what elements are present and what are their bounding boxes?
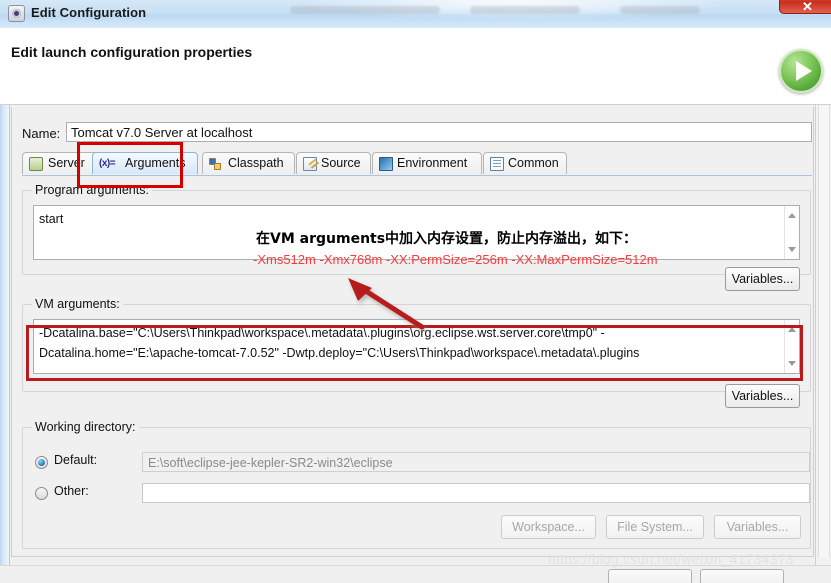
tab-classpath-label: Classpath	[228, 156, 284, 170]
annotation-chinese-note: 在VM arguments中加入内存设置，防止内存溢出，如下：	[256, 231, 638, 247]
page-title: Edit launch configuration properties	[11, 44, 253, 60]
radio-default-label: Default:	[54, 453, 98, 467]
tab-arguments-label: Arguments	[125, 156, 186, 170]
configuration-panel: Name: Tomcat v7.0 Server at localhost Se…	[11, 107, 814, 557]
tab-environment[interactable]: Environment	[372, 152, 482, 174]
titlebar-smudge-left	[290, 6, 440, 14]
vm-arguments-input[interactable]: -Dcatalina.base="C:\Users\Thinkpad\works…	[33, 319, 800, 374]
dialog-header: Edit launch configuration properties	[0, 28, 831, 105]
program-arguments-label: Program arguments:	[32, 183, 152, 197]
classpath-icon	[209, 157, 223, 171]
workspace-button[interactable]: Workspace...	[501, 515, 596, 539]
close-button[interactable]: ✕	[779, 0, 831, 14]
play-triangle-icon	[796, 61, 812, 81]
close-icon: ✕	[802, 0, 813, 14]
name-input[interactable]: Tomcat v7.0 Server at localhost	[66, 122, 812, 142]
file-system-button[interactable]: File System...	[606, 515, 704, 539]
tab-classpath[interactable]: Classpath	[202, 152, 295, 174]
working-directory-label: Working directory:	[32, 420, 139, 434]
footer-button-right[interactable]	[700, 569, 784, 583]
window-frame-left	[0, 105, 10, 583]
dialog-body: Name: Tomcat v7.0 Server at localhost Se…	[0, 105, 831, 583]
tab-arguments[interactable]: (x)= Arguments	[92, 152, 198, 174]
working-directory-variables-button[interactable]: Variables...	[714, 515, 801, 539]
radio-default[interactable]	[35, 456, 48, 469]
vm-arguments-variables-button[interactable]: Variables...	[725, 384, 800, 408]
titlebar-smudge-right	[620, 6, 700, 14]
vm-arguments-scrollbar[interactable]	[784, 320, 799, 373]
tab-server[interactable]: Server	[22, 152, 100, 174]
tab-server-label: Server	[48, 156, 85, 170]
tab-source[interactable]: Source	[296, 152, 371, 174]
dialog-scrollbar[interactable]	[818, 105, 830, 557]
tab-source-label: Source	[321, 156, 361, 170]
vm-arguments-label: VM arguments:	[32, 297, 123, 311]
tab-common[interactable]: Common	[483, 152, 567, 174]
scroll-down-icon[interactable]	[788, 361, 796, 366]
tab-environment-label: Environment	[397, 156, 468, 170]
scroll-up-icon[interactable]	[788, 213, 796, 218]
program-arguments-value: start	[39, 212, 64, 226]
arguments-icon: (x)=	[99, 158, 116, 169]
window-titlebar: Edit Configuration ✕	[0, 0, 831, 29]
footer-button-left[interactable]	[608, 569, 692, 583]
eclipse-config-icon	[8, 5, 25, 22]
radio-other-label: Other:	[54, 484, 89, 498]
source-icon	[303, 157, 317, 171]
server-icon	[29, 157, 43, 171]
program-arguments-scrollbar[interactable]	[784, 206, 799, 259]
tab-common-label: Common	[508, 156, 559, 170]
working-directory-default-value: E:\soft\eclipse-jee-kepler-SR2-win32\ecl…	[142, 452, 810, 472]
environment-icon	[379, 157, 393, 171]
titlebar-smudge-mid	[470, 6, 580, 14]
tab-bar: Server (x)= Arguments Classpath Source E…	[22, 152, 812, 176]
scroll-down-icon[interactable]	[788, 247, 796, 252]
run-play-icon	[779, 49, 823, 93]
vm-arguments-line-1: -Dcatalina.base="C:\Users\Thinkpad\works…	[39, 326, 605, 340]
vm-arguments-line-2: Dcatalina.home="E:\apache-tomcat-7.0.52"…	[39, 346, 640, 360]
dialog-footer	[0, 565, 831, 583]
window-title: Edit Configuration	[31, 5, 147, 20]
window-frame-right	[815, 105, 831, 583]
program-arguments-variables-button[interactable]: Variables...	[725, 267, 800, 291]
watermark: https://blog.csdn.net/weixin_41734373	[548, 551, 794, 567]
name-label: Name:	[22, 126, 61, 141]
scroll-up-icon[interactable]	[788, 327, 796, 332]
common-icon	[490, 157, 504, 171]
radio-other[interactable]	[35, 487, 48, 500]
edit-configuration-dialog: Edit Configuration ✕ Edit launch configu…	[0, 0, 831, 583]
annotation-jvm-flags: -Xms512m -Xmx768m -XX:PermSize=256m -XX:…	[253, 252, 658, 267]
working-directory-other-input[interactable]	[142, 483, 810, 503]
